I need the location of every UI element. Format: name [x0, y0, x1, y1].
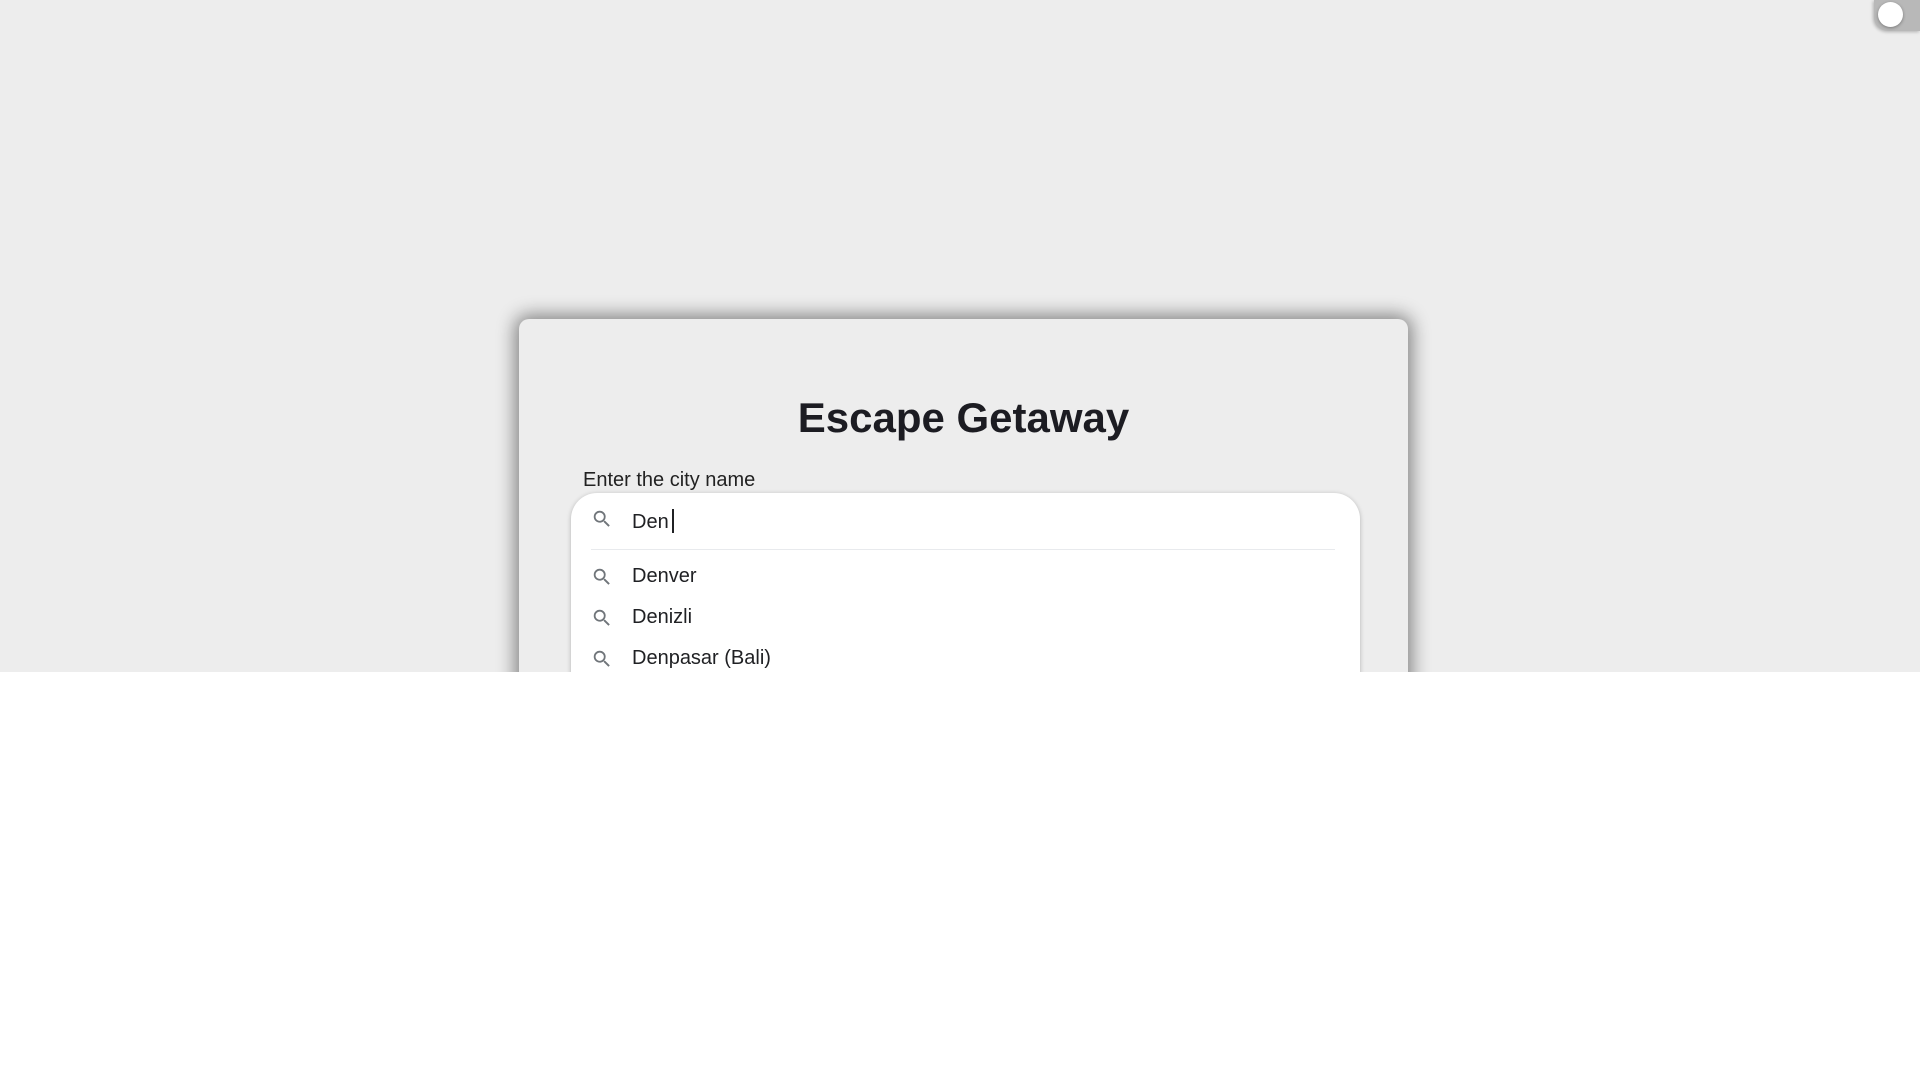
page-title: Escape Getaway	[797, 394, 1130, 441]
theme-toggle[interactable]	[1874, 0, 1920, 31]
search-row[interactable]	[571, 493, 1360, 551]
suggestion-label: Denpasar (Bali)	[632, 647, 771, 669]
city-autocomplete: Denver Denizli Denpasar (Bali)	[571, 493, 1360, 672]
theme-toggle-knob[interactable]	[1878, 2, 1903, 27]
suggestion-label: Denver	[632, 565, 697, 587]
search-icon	[593, 510, 610, 527]
app-viewport: Escape Getaway Enter the city name Denve…	[0, 0, 1920, 672]
text-caret	[672, 509, 674, 533]
search-card: Escape Getaway Enter the city name Denve…	[519, 319, 1408, 672]
suggestion-item[interactable]: Denizli	[571, 598, 1360, 639]
suggestion-item[interactable]: Denver	[571, 557, 1360, 598]
search-icon	[593, 568, 610, 585]
suggestions-divider	[591, 549, 1335, 550]
city-search-input[interactable]	[632, 507, 1312, 537]
suggestion-item[interactable]: Denpasar (Bali)	[571, 639, 1360, 672]
suggestion-label: Denizli	[632, 606, 693, 628]
city-field-label: Enter the city name	[583, 469, 756, 491]
search-icon	[593, 650, 610, 667]
search-icon	[593, 609, 610, 626]
